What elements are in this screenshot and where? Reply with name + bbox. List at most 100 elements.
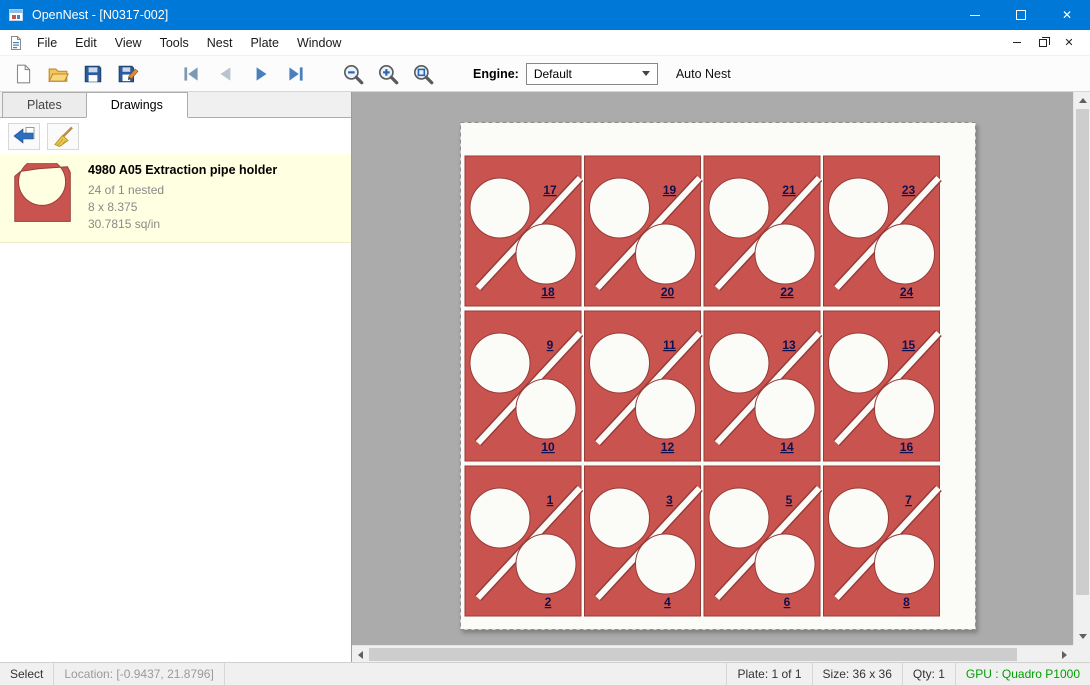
vertical-scroll-thumb[interactable] xyxy=(1076,109,1089,595)
document-icon xyxy=(8,35,24,51)
part-number: 1 xyxy=(547,493,554,507)
scrollbar-corner xyxy=(1073,645,1090,662)
nested-pair[interactable]: 78 xyxy=(824,466,940,616)
nested-pair[interactable]: 2324 xyxy=(824,156,940,306)
save-button[interactable] xyxy=(78,59,108,89)
pipe-notch xyxy=(829,178,889,238)
status-qty: Qty: 1 xyxy=(903,663,956,685)
nested-pair[interactable]: 2122 xyxy=(704,156,820,306)
menu-plate[interactable]: Plate xyxy=(241,32,288,54)
part-number: 10 xyxy=(541,440,555,454)
mdi-restore-button[interactable] xyxy=(1030,33,1056,53)
save-as-button[interactable] xyxy=(113,59,143,89)
new-button[interactable] xyxy=(8,59,38,89)
tab-drawings[interactable]: Drawings xyxy=(86,92,188,118)
close-button[interactable]: ✕ xyxy=(1044,0,1090,30)
status-mode: Select xyxy=(0,663,54,685)
zoom-out-button[interactable] xyxy=(338,59,368,89)
part-number: 23 xyxy=(902,183,916,197)
part-number: 16 xyxy=(900,440,914,454)
pipe-notch xyxy=(875,224,935,284)
mdi-close-button[interactable]: ✕ xyxy=(1056,33,1082,53)
part-number: 18 xyxy=(541,285,555,299)
horizontal-scroll-thumb[interactable] xyxy=(369,648,1017,661)
maximize-button[interactable] xyxy=(998,0,1044,30)
first-plate-button[interactable] xyxy=(176,59,206,89)
menu-edit[interactable]: Edit xyxy=(66,32,106,54)
part-number: 13 xyxy=(782,338,796,352)
nested-pair[interactable]: 9 10 xyxy=(465,311,581,461)
part-number: 6 xyxy=(784,595,791,609)
horizontal-scrollbar[interactable] xyxy=(352,645,1073,662)
nested-pair[interactable]: 1516 xyxy=(824,311,940,461)
pipe-notch xyxy=(829,333,889,393)
nesting-canvas[interactable]: 171819202122232491011121314151612345678 xyxy=(352,92,1073,645)
restore-icon xyxy=(1039,39,1047,47)
next-arrow-icon xyxy=(250,63,272,85)
pipe-notch xyxy=(709,333,769,393)
pipe-notch xyxy=(875,534,935,594)
pipe-notch xyxy=(636,379,696,439)
drawings-toolbar xyxy=(0,118,351,154)
last-plate-button[interactable] xyxy=(281,59,311,89)
menu-view[interactable]: View xyxy=(106,32,151,54)
scroll-up-button[interactable] xyxy=(1074,92,1090,109)
triangle-up-icon xyxy=(1079,98,1087,103)
clean-button[interactable] xyxy=(47,123,79,150)
pipe-notch xyxy=(516,534,576,594)
zoom-fit-button[interactable] xyxy=(408,59,438,89)
window-title: OpenNest - [N0317-002] xyxy=(32,8,168,22)
vertical-scrollbar[interactable] xyxy=(1073,92,1090,645)
part-number: 21 xyxy=(782,183,796,197)
scroll-left-button[interactable] xyxy=(352,646,369,663)
new-document-icon xyxy=(12,63,34,85)
nested-pair[interactable]: 34 xyxy=(585,466,701,616)
maximize-icon xyxy=(1016,10,1026,20)
drawing-title: 4980 A05 Extraction pipe holder xyxy=(88,163,277,177)
next-plate-button[interactable] xyxy=(246,59,276,89)
pipe-notch xyxy=(470,333,530,393)
part-thumbnail xyxy=(10,163,76,227)
zoom-in-button[interactable] xyxy=(373,59,403,89)
part-number: 9 xyxy=(547,338,554,352)
status-plate: Plate: 1 of 1 xyxy=(727,663,812,685)
pipe-notch xyxy=(636,224,696,284)
part-number: 5 xyxy=(786,493,793,507)
pipe-notch xyxy=(709,178,769,238)
drawing-list-item[interactable]: 4980 A05 Extraction pipe holder 24 of 1 … xyxy=(0,154,351,243)
mdi-minimize-button[interactable] xyxy=(1004,33,1030,53)
scroll-right-button[interactable] xyxy=(1056,646,1073,663)
previous-plate-button[interactable] xyxy=(211,59,241,89)
nested-pair[interactable]: 12 xyxy=(465,466,581,616)
engine-value: Default xyxy=(534,67,572,81)
nested-pair[interactable]: 56 xyxy=(704,466,820,616)
menu-file[interactable]: File xyxy=(28,32,66,54)
scroll-down-button[interactable] xyxy=(1074,628,1090,645)
engine-select[interactable]: Default xyxy=(526,63,658,85)
auto-nest-button[interactable]: Auto Nest xyxy=(676,67,731,81)
pipe-notch xyxy=(590,333,650,393)
nested-pair[interactable]: 13 14 xyxy=(704,311,820,461)
nested-pair[interactable]: 1920 xyxy=(585,156,701,306)
sidebar: Plates Drawings xyxy=(0,92,352,662)
pipe-notch xyxy=(829,488,889,548)
nested-pair[interactable]: 1112 xyxy=(585,311,701,461)
nested-pair[interactable]: 1718 xyxy=(465,156,581,306)
drawing-nested-count: 24 of 1 nested xyxy=(88,182,277,199)
open-button[interactable] xyxy=(43,59,73,89)
part-number: 14 xyxy=(780,440,794,454)
triangle-down-icon xyxy=(1079,634,1087,639)
app-window: OpenNest - [N0317-002] ✕ File Edit View … xyxy=(0,0,1090,685)
part-number: 20 xyxy=(661,285,675,299)
replace-drawing-button[interactable] xyxy=(8,123,40,150)
pipe-notch xyxy=(470,488,530,548)
part-number: 11 xyxy=(663,338,676,352)
menu-nest[interactable]: Nest xyxy=(198,32,242,54)
plate-sheet[interactable]: 171819202122232491011121314151612345678 xyxy=(460,122,976,630)
minimize-button[interactable] xyxy=(952,0,998,30)
menu-window[interactable]: Window xyxy=(288,32,350,54)
save-edit-icon xyxy=(117,63,139,85)
menu-tools[interactable]: Tools xyxy=(151,32,198,54)
tab-plates[interactable]: Plates xyxy=(2,92,87,117)
status-spacer xyxy=(225,663,728,685)
